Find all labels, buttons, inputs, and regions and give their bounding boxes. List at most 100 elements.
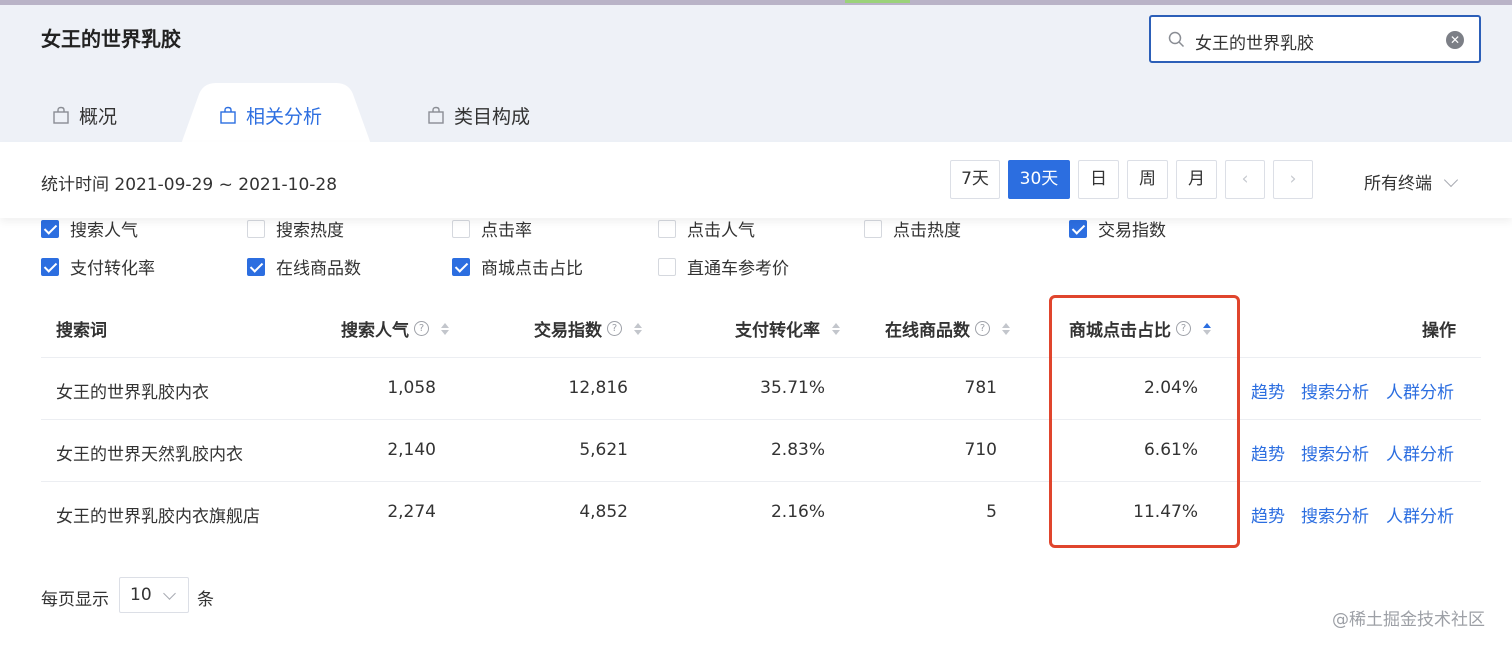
metric-checkbox[interactable]: 点击率 bbox=[452, 216, 532, 241]
range-week-button[interactable]: 周 bbox=[1127, 160, 1168, 199]
search-input[interactable]: 女王的世界乳胶 bbox=[1195, 29, 1314, 54]
column-header-keyword: 搜索词 bbox=[56, 316, 107, 341]
metric-checkbox[interactable]: 在线商品数 bbox=[247, 254, 361, 279]
metric-label: 直通车参考价 bbox=[687, 259, 789, 279]
audience-analysis-link[interactable]: 人群分析 bbox=[1386, 502, 1454, 527]
sort-icon[interactable] bbox=[1002, 322, 1010, 335]
sort-icon[interactable] bbox=[832, 322, 840, 335]
column-header-conversion-rate[interactable]: 支付转化率 bbox=[735, 316, 840, 341]
column-header-label: 搜索词 bbox=[56, 321, 107, 341]
metric-checkbox[interactable]: 直通车参考价 bbox=[658, 254, 789, 279]
range-day-button[interactable]: 日 bbox=[1078, 160, 1119, 199]
trade-index-cell: 4,852 bbox=[579, 502, 628, 522]
row-divider bbox=[41, 357, 1481, 358]
audience-analysis-link[interactable]: 人群分析 bbox=[1386, 378, 1454, 403]
page-size-value: 10 bbox=[130, 585, 152, 605]
checkbox-icon bbox=[41, 257, 59, 276]
sort-icon[interactable] bbox=[441, 322, 449, 335]
terminal-select[interactable]: 所有终端 bbox=[1364, 169, 1459, 194]
column-header-label: 在线商品数 bbox=[885, 321, 970, 341]
checkbox-icon bbox=[452, 219, 470, 238]
column-header-label: 搜索人气 bbox=[341, 321, 409, 341]
search-analysis-link[interactable]: 搜索分析 bbox=[1301, 440, 1369, 465]
clear-icon[interactable]: ✕ bbox=[1446, 31, 1464, 49]
page-size-suffix: 条 bbox=[197, 590, 214, 610]
audience-analysis-link[interactable]: 人群分析 bbox=[1386, 440, 1454, 465]
column-header-label: 支付转化率 bbox=[735, 321, 820, 341]
trade-index-cell: 5,621 bbox=[579, 440, 628, 460]
conversion-rate-cell: 2.83% bbox=[770, 440, 825, 460]
trend-link[interactable]: 趋势 bbox=[1251, 502, 1285, 527]
metric-label: 点击率 bbox=[481, 221, 532, 241]
metric-label: 在线商品数 bbox=[276, 259, 361, 279]
checkbox-icon bbox=[452, 257, 470, 276]
range-30d-button[interactable]: 30天 bbox=[1008, 160, 1070, 199]
online-items-cell: 5 bbox=[986, 502, 997, 522]
metric-label: 交易指数 bbox=[1098, 221, 1166, 241]
metric-label: 支付转化率 bbox=[70, 259, 155, 279]
column-header-label: 交易指数 bbox=[534, 321, 602, 341]
trend-link[interactable]: 趋势 bbox=[1251, 378, 1285, 403]
stats-bar: 统计时间 2021-09-29 ~ 2021-10-28 7天 30天 日 周 … bbox=[0, 142, 1512, 218]
highlight-annotation-box bbox=[1049, 295, 1240, 548]
range-month-button[interactable]: 月 bbox=[1176, 160, 1217, 199]
column-header-actions: 操作 bbox=[1422, 316, 1456, 341]
conversion-rate-cell: 2.16% bbox=[770, 502, 825, 522]
column-header-trade-index[interactable]: 交易指数 ? bbox=[534, 316, 642, 341]
chevron-down-icon bbox=[1443, 172, 1459, 188]
search-box[interactable]: 女王的世界乳胶 ✕ bbox=[1149, 15, 1481, 63]
metric-checkbox[interactable]: 点击人气 bbox=[658, 216, 755, 241]
metric-label: 点击人气 bbox=[687, 221, 755, 241]
shopping-bag-icon bbox=[428, 106, 444, 124]
shopping-bag-icon bbox=[53, 106, 69, 124]
column-header-search-popularity[interactable]: 搜索人气 ? bbox=[341, 316, 449, 341]
metric-checkbox[interactable]: 搜索人气 bbox=[41, 216, 138, 241]
shopping-bag-icon bbox=[220, 106, 236, 124]
search-popularity-cell: 2,140 bbox=[387, 440, 436, 460]
tab-category-composition[interactable]: 类目构成 bbox=[427, 88, 530, 142]
metric-checkbox[interactable]: 商城点击占比 bbox=[452, 254, 583, 279]
chevron-down-icon bbox=[163, 587, 176, 600]
online-items-cell: 781 bbox=[964, 378, 997, 398]
help-icon[interactable]: ? bbox=[414, 321, 429, 336]
metric-checkbox[interactable]: 点击热度 bbox=[864, 216, 961, 241]
conversion-rate-cell: 35.71% bbox=[760, 378, 825, 398]
keyword-cell: 女王的世界乳胶内衣旗舰店 bbox=[56, 507, 260, 527]
column-header-online-items[interactable]: 在线商品数 ? bbox=[885, 316, 1010, 341]
metric-checkbox[interactable]: 搜索热度 bbox=[247, 216, 344, 241]
checkbox-icon bbox=[247, 219, 265, 238]
keyword-cell: 女王的世界天然乳胶内衣 bbox=[56, 445, 243, 465]
search-analysis-link[interactable]: 搜索分析 bbox=[1301, 502, 1369, 527]
tab-overview[interactable]: 概况 bbox=[52, 88, 117, 142]
metric-checkbox[interactable]: 支付转化率 bbox=[41, 254, 155, 279]
keyword-cell: 女王的世界乳胶内衣 bbox=[56, 383, 209, 403]
tab-related-analysis[interactable]: 相关分析 bbox=[219, 88, 322, 142]
range-7d-button[interactable]: 7天 bbox=[950, 160, 1000, 199]
checkbox-icon bbox=[658, 219, 676, 238]
search-icon bbox=[1168, 31, 1185, 48]
help-icon[interactable]: ? bbox=[975, 321, 990, 336]
next-period-button[interactable]: › bbox=[1273, 160, 1313, 199]
page-size-prefix: 每页显示 bbox=[41, 590, 109, 610]
metric-label: 搜索人气 bbox=[70, 221, 138, 241]
sort-icon[interactable] bbox=[634, 322, 642, 335]
column-header-label: 操作 bbox=[1422, 321, 1456, 341]
tab-label: 类目构成 bbox=[454, 105, 531, 128]
checkbox-icon bbox=[658, 257, 676, 276]
stats-period-label: 统计时间 2021-09-29 ~ 2021-10-28 bbox=[41, 175, 338, 195]
top-strip-accent bbox=[845, 0, 910, 3]
trade-index-cell: 12,816 bbox=[568, 378, 628, 398]
metric-label: 点击热度 bbox=[893, 221, 961, 241]
search-popularity-cell: 1,058 bbox=[387, 378, 436, 398]
terminal-select-value: 所有终端 bbox=[1364, 174, 1432, 194]
metric-label: 商城点击占比 bbox=[481, 259, 583, 279]
header: 女王的世界乳胶 女王的世界乳胶 ✕ 概况 相关分析 类目构成 bbox=[0, 5, 1512, 147]
page-title: 女王的世界乳胶 bbox=[41, 27, 181, 51]
page-size-select[interactable]: 10 bbox=[119, 577, 189, 613]
help-icon[interactable]: ? bbox=[607, 321, 622, 336]
metric-label: 搜索热度 bbox=[276, 221, 344, 241]
prev-period-button[interactable]: ‹ bbox=[1225, 160, 1265, 199]
trend-link[interactable]: 趋势 bbox=[1251, 440, 1285, 465]
search-analysis-link[interactable]: 搜索分析 bbox=[1301, 378, 1369, 403]
metric-checkbox[interactable]: 交易指数 bbox=[1069, 216, 1166, 241]
